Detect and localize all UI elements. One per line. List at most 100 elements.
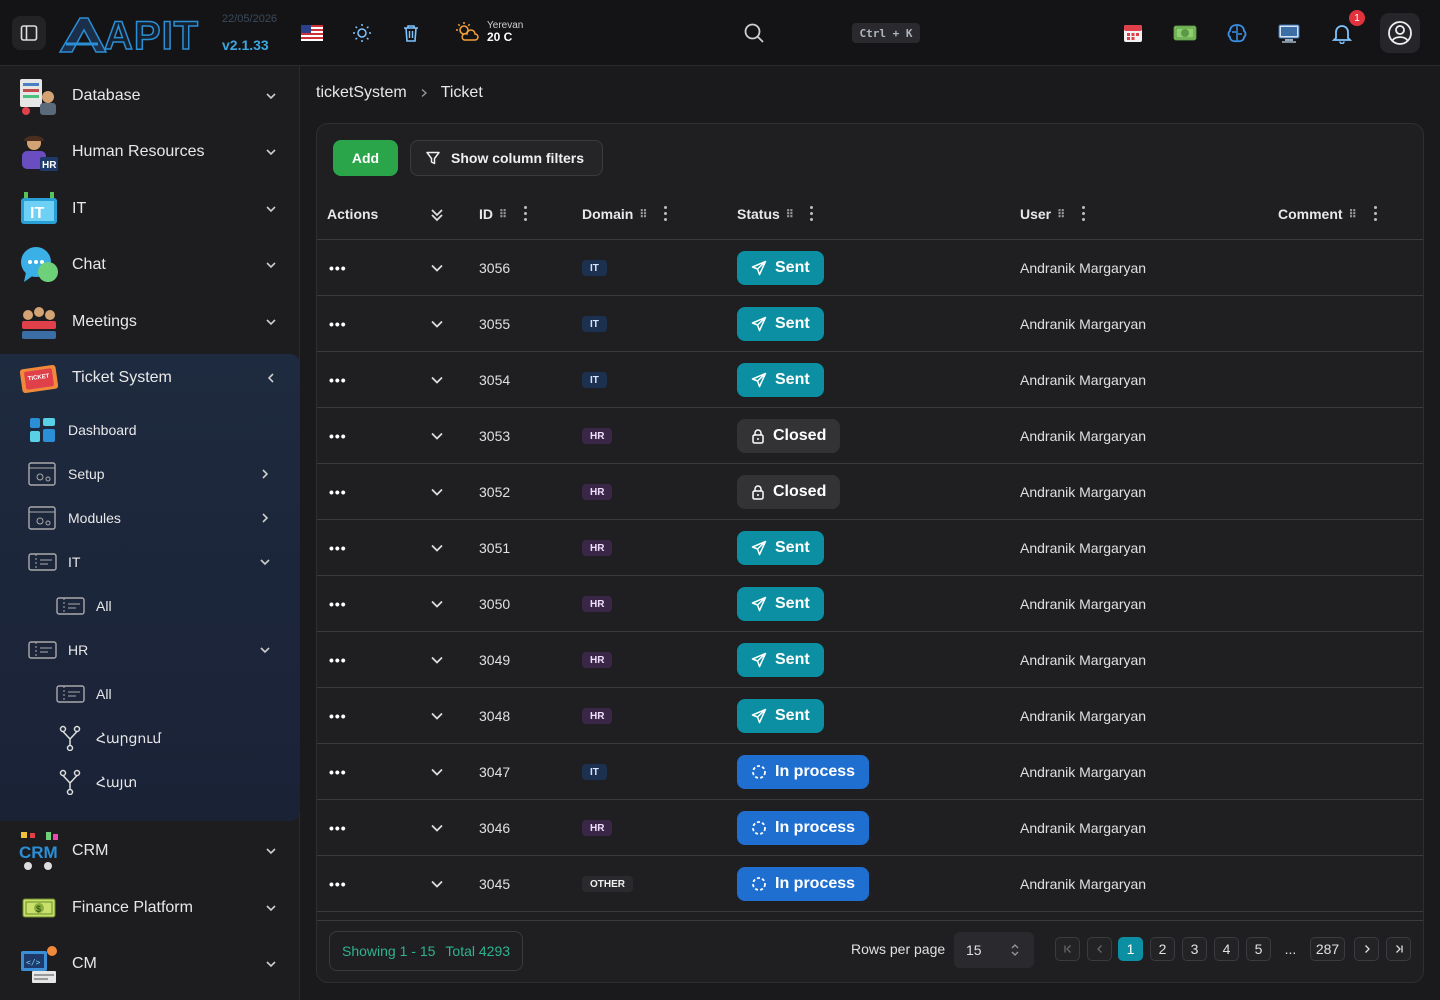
sidebar-item-it[interactable]: IT IT [0,181,300,237]
first-page-button[interactable] [1055,937,1080,961]
add-button[interactable]: Add [333,140,398,176]
remote-desktop-button[interactable] [1276,20,1302,46]
table-row[interactable]: ••• 3046 HR In process Andranik Margaryan [317,800,1423,856]
drag-handle-icon[interactable]: ⠿ [499,208,507,221]
row-expand-button[interactable] [429,688,445,744]
row-actions-button[interactable]: ••• [329,296,347,352]
page-button[interactable]: 4 [1214,937,1239,961]
clear-cache-button[interactable] [399,21,423,45]
row-actions-button[interactable]: ••• [329,352,347,408]
sidebar-item-crm[interactable]: CRM CRM [0,823,300,879]
page-button[interactable]: 1 [1118,937,1143,961]
row-expand-button[interactable] [429,296,445,352]
column-menu-icon[interactable] [1082,206,1086,222]
sidebar-sub-hr[interactable]: HR [0,630,300,670]
table-row[interactable]: ••• 3053 HR Closed Andranik Margaryan [317,408,1423,464]
status-badge[interactable]: Sent [737,643,824,677]
row-actions-button[interactable]: ••• [329,408,347,464]
row-actions-button[interactable]: ••• [329,800,347,856]
table-row[interactable]: ••• 3056 IT Sent Andranik Margaryan [317,240,1423,296]
sidebar-sub-setup[interactable]: Setup [0,454,300,494]
rows-per-page-select[interactable]: 15 [954,932,1034,968]
sidebar-sub-request[interactable]: Հարցում [0,718,300,758]
sidebar-item-human-resources[interactable]: HR Human Resources [0,124,300,180]
sidebar-sub-application[interactable]: Հայտ [0,762,300,802]
row-expand-button[interactable] [429,240,445,296]
ai-button[interactable] [1224,20,1250,46]
sidebar-toggle-button[interactable] [12,16,46,50]
sidebar-sub-modules[interactable]: Modules [0,498,300,538]
row-expand-button[interactable] [429,856,445,912]
column-menu-icon[interactable] [810,206,814,222]
status-badge[interactable]: Closed [737,419,841,453]
table-row[interactable]: ••• 3055 IT Sent Andranik Margaryan [317,296,1423,352]
status-badge[interactable]: Sent [737,363,824,397]
status-badge[interactable]: Sent [737,587,824,621]
row-expand-button[interactable] [429,632,445,688]
row-actions-button[interactable]: ••• [329,744,347,800]
sidebar-item-cm[interactable]: </> CM [0,936,300,992]
row-expand-button[interactable] [429,800,445,856]
row-expand-button[interactable] [429,744,445,800]
page-button[interactable]: 287 [1310,937,1345,961]
page-button[interactable]: 3 [1182,937,1207,961]
language-flag-button[interactable] [300,22,324,44]
table-row[interactable]: ••• 3049 HR Sent Andranik Margaryan [317,632,1423,688]
row-expand-button[interactable] [429,408,445,464]
drag-handle-icon[interactable]: ⠿ [786,208,794,221]
breadcrumb-root[interactable]: ticketSystem [316,84,407,102]
column-menu-icon[interactable] [524,206,528,222]
column-header-domain[interactable]: Domain ⠿ [582,188,647,240]
sidebar-item-chat[interactable]: Chat [0,237,300,293]
row-actions-button[interactable]: ••• [329,632,347,688]
status-badge[interactable]: Sent [737,699,824,733]
column-menu-icon[interactable] [664,206,668,222]
calendar-button[interactable] [1121,20,1145,46]
show-column-filters-button[interactable]: Show column filters [410,140,603,176]
row-expand-button[interactable] [429,352,445,408]
column-menu-icon[interactable] [1374,206,1378,222]
sidebar-sub-it[interactable]: IT [0,542,300,582]
status-badge[interactable]: Sent [737,251,824,285]
sidebar-sub-it-all[interactable]: All [0,586,300,626]
column-header-comment[interactable]: Comment ⠿ [1278,188,1357,240]
row-actions-button[interactable]: ••• [329,464,347,520]
table-row[interactable]: ••• 3050 HR Sent Andranik Margaryan [317,576,1423,632]
sidebar-item-finance-platform[interactable]: $ Finance Platform [0,880,300,936]
row-actions-button[interactable]: ••• [329,688,347,744]
last-page-button[interactable] [1386,937,1411,961]
row-actions-button[interactable]: ••• [329,240,347,296]
table-row[interactable]: ••• 3051 HR Sent Andranik Margaryan [317,520,1423,576]
table-row[interactable]: ••• 3054 IT Sent Andranik Margaryan [317,352,1423,408]
table-row[interactable]: ••• 3045 OTHER In process Andranik Margaryan [317,856,1423,912]
table-row[interactable]: ••• 3048 HR Sent Andranik Margaryan [317,688,1423,744]
sidebar-sub-dashboard[interactable]: Dashboard [0,410,300,450]
drag-handle-icon[interactable]: ⠿ [1057,208,1065,221]
status-badge[interactable]: In process [737,867,870,901]
previous-page-button[interactable] [1087,937,1112,961]
theme-toggle-button[interactable] [350,21,374,45]
row-expand-button[interactable] [429,520,445,576]
finance-button[interactable] [1172,20,1198,46]
status-badge[interactable]: Closed [737,475,841,509]
user-avatar-button[interactable] [1380,13,1420,53]
row-actions-button[interactable]: ••• [329,856,347,912]
sidebar-item-ticket-system[interactable]: TICKET Ticket System [0,350,300,406]
row-actions-button[interactable]: ••• [329,576,347,632]
page-button[interactable]: 5 [1246,937,1271,961]
column-header-status[interactable]: Status ⠿ [737,188,794,240]
page-button[interactable]: 2 [1150,937,1175,961]
column-header-user[interactable]: User ⠿ [1020,188,1065,240]
row-expand-button[interactable] [429,464,445,520]
status-badge[interactable]: In process [737,755,870,789]
column-header-id[interactable]: ID ⠿ [479,188,507,240]
sidebar-sub-hr-all[interactable]: All [0,674,300,714]
sidebar-item-meetings[interactable]: Meetings [0,294,300,350]
next-page-button[interactable] [1354,937,1379,961]
expand-all-icon[interactable] [429,207,445,223]
drag-handle-icon[interactable]: ⠿ [1349,208,1357,221]
table-row[interactable]: ••• 3047 IT In process Andranik Margaryan [317,744,1423,800]
search-button[interactable] [742,21,766,45]
drag-handle-icon[interactable]: ⠿ [639,208,647,221]
status-badge[interactable]: Sent [737,307,824,341]
